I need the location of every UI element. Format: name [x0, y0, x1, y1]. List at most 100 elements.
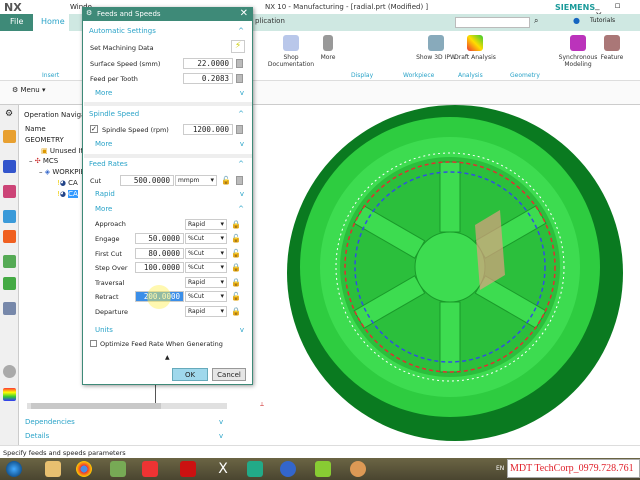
first-cut-input[interactable]: 80.0000 — [135, 248, 184, 259]
units-toggle[interactable]: Units — [95, 326, 113, 334]
calculator-icon[interactable] — [236, 74, 243, 83]
web-icon[interactable] — [3, 302, 16, 315]
group-geometry[interactable]: Geometry — [510, 72, 540, 79]
set-machining-data-button[interactable]: ⚡ — [231, 40, 245, 53]
analysis-icon[interactable] — [3, 388, 16, 401]
x7-icon[interactable]: X — [215, 461, 231, 477]
reports-icon[interactable] — [3, 277, 16, 290]
step-over-input[interactable]: 100.0000 — [135, 262, 184, 273]
automatic-settings-header[interactable]: Automatic Settings — [89, 27, 156, 35]
unlock-icon[interactable]: 🔓 — [231, 292, 241, 301]
chevron-down-icon[interactable]: v — [240, 326, 244, 334]
lock-icon[interactable]: 🔒 — [231, 278, 241, 287]
departure-unit-select[interactable]: Rapid — [185, 306, 227, 317]
lock-icon[interactable]: 🔒 — [231, 263, 241, 272]
tutorials-button[interactable]: Tutorials — [590, 17, 615, 24]
help-icon[interactable]: ● — [573, 16, 580, 25]
chrome-icon[interactable] — [76, 461, 92, 477]
machine-tool-icon[interactable] — [3, 160, 16, 173]
spindle-speed-checkbox[interactable]: ✓ — [90, 125, 98, 133]
cut-feed-input[interactable]: 500.0000 — [120, 175, 174, 186]
chart-app-icon[interactable] — [315, 461, 331, 477]
retract-unit-select[interactable]: %Cut — [185, 291, 227, 302]
chevron-up-icon[interactable]: ^ — [238, 160, 244, 168]
details-section[interactable]: Details — [25, 432, 49, 440]
history-icon[interactable] — [3, 365, 16, 378]
chevron-up-icon[interactable]: ^ — [238, 205, 244, 213]
dependencies-section[interactable]: Dependencies — [25, 418, 75, 426]
cut-unit-select[interactable]: mmpm — [175, 175, 217, 186]
language-indicator[interactable]: EN — [496, 465, 504, 472]
unlock-icon[interactable]: 🔓 — [221, 176, 231, 185]
column-name[interactable]: Name — [25, 125, 46, 133]
more-button[interactable]: More — [303, 35, 353, 61]
library-icon[interactable] — [3, 255, 16, 268]
group-analysis[interactable]: Analysis — [458, 72, 483, 79]
calculator-icon[interactable] — [236, 176, 243, 185]
chevron-down-icon[interactable]: v — [240, 140, 244, 148]
spindle-more-toggle[interactable]: More — [95, 140, 112, 148]
solidworks-icon[interactable] — [280, 461, 296, 477]
chevron-down-icon[interactable]: v — [240, 89, 244, 97]
rapid-toggle[interactable]: Rapid — [95, 190, 115, 198]
calculator-icon[interactable] — [236, 125, 243, 134]
unlock-icon[interactable]: 🔓 — [231, 234, 241, 243]
approach-unit-select[interactable]: Rapid — [185, 219, 227, 230]
search-icon[interactable]: ⌕ — [534, 16, 538, 26]
group-workpiece[interactable]: Workpiece — [403, 72, 434, 79]
chevron-up-icon[interactable]: ^ — [238, 110, 244, 118]
tree-geometry[interactable]: GEOMETRY — [25, 136, 64, 144]
feed-rates-header[interactable]: Feed Rates — [89, 160, 128, 168]
tree-mcs[interactable]: – ✣ MCS — [29, 157, 58, 165]
group-insert: Insert — [42, 72, 60, 79]
nx-taskbar-icon[interactable] — [142, 461, 158, 477]
calculator-icon[interactable] — [236, 59, 243, 68]
feature-button[interactable]: Feature — [588, 35, 636, 61]
lock-icon[interactable]: 🔒 — [231, 220, 241, 229]
gear-icon[interactable]: ⚙ — [5, 109, 13, 119]
optimize-checkbox[interactable] — [90, 340, 97, 347]
horizontal-scrollbar[interactable] — [27, 403, 227, 409]
engage-input[interactable]: 50.0000 — [135, 233, 184, 244]
spindle-speed-header[interactable]: Spindle Speed — [89, 110, 139, 118]
ok-button[interactable]: OK — [172, 368, 208, 381]
surface-speed-input[interactable]: 22.0000 — [183, 58, 233, 69]
lock-icon[interactable]: 🔒 — [231, 307, 241, 316]
graphics-window[interactable]: ⟂ — [235, 105, 640, 445]
close-icon[interactable]: ✕ — [240, 8, 248, 19]
app-icon[interactable] — [110, 461, 126, 477]
group-display[interactable]: Display — [351, 72, 373, 79]
feed-per-tooth-input[interactable]: 0.2083 — [183, 73, 233, 84]
method-view-icon[interactable] — [3, 210, 16, 223]
autocad-icon[interactable] — [247, 461, 263, 477]
cancel-button[interactable]: Cancel — [212, 368, 246, 381]
paint-icon[interactable] — [350, 461, 366, 477]
spindle-speed-input[interactable]: 1200.000 — [183, 124, 233, 135]
step-over-unit-select[interactable]: %Cut — [185, 262, 227, 273]
tab-file[interactable]: File — [0, 14, 33, 31]
draft-analysis-button[interactable]: Draft Analysis — [450, 35, 500, 61]
feed-more-toggle[interactable]: More — [95, 205, 112, 213]
chevron-down-icon[interactable]: v — [240, 190, 244, 198]
explorer-icon[interactable] — [45, 461, 61, 477]
collapse-arrow-icon[interactable]: ▲ — [165, 354, 170, 361]
tab-application[interactable]: plication — [255, 17, 285, 25]
start-button-icon[interactable] — [6, 461, 22, 477]
command-search-input[interactable] — [455, 17, 530, 28]
app-icon[interactable] — [180, 461, 196, 477]
traversal-unit-select[interactable]: Rapid — [185, 277, 227, 288]
geometry-view-icon[interactable] — [3, 185, 16, 198]
chevron-down-icon[interactable]: v — [219, 418, 223, 426]
tree-operation[interactable]: !◕ CA — [57, 179, 78, 187]
program-order-icon[interactable] — [3, 130, 16, 143]
auto-more-toggle[interactable]: More — [95, 89, 112, 97]
tool-icon[interactable] — [3, 230, 16, 243]
tab-home[interactable]: Home — [33, 14, 69, 31]
chevron-up-icon[interactable]: ^ — [238, 27, 244, 35]
chevron-down-icon[interactable]: v — [219, 432, 223, 440]
unlock-icon[interactable]: 🔓 — [231, 249, 241, 258]
tree-operation-selected[interactable]: !◕ CA — [57, 190, 78, 198]
menu-button[interactable]: ⚙ Menu ▾ — [12, 86, 46, 94]
engage-unit-select[interactable]: %Cut — [185, 233, 227, 244]
first-cut-unit-select[interactable]: %Cut — [185, 248, 227, 259]
